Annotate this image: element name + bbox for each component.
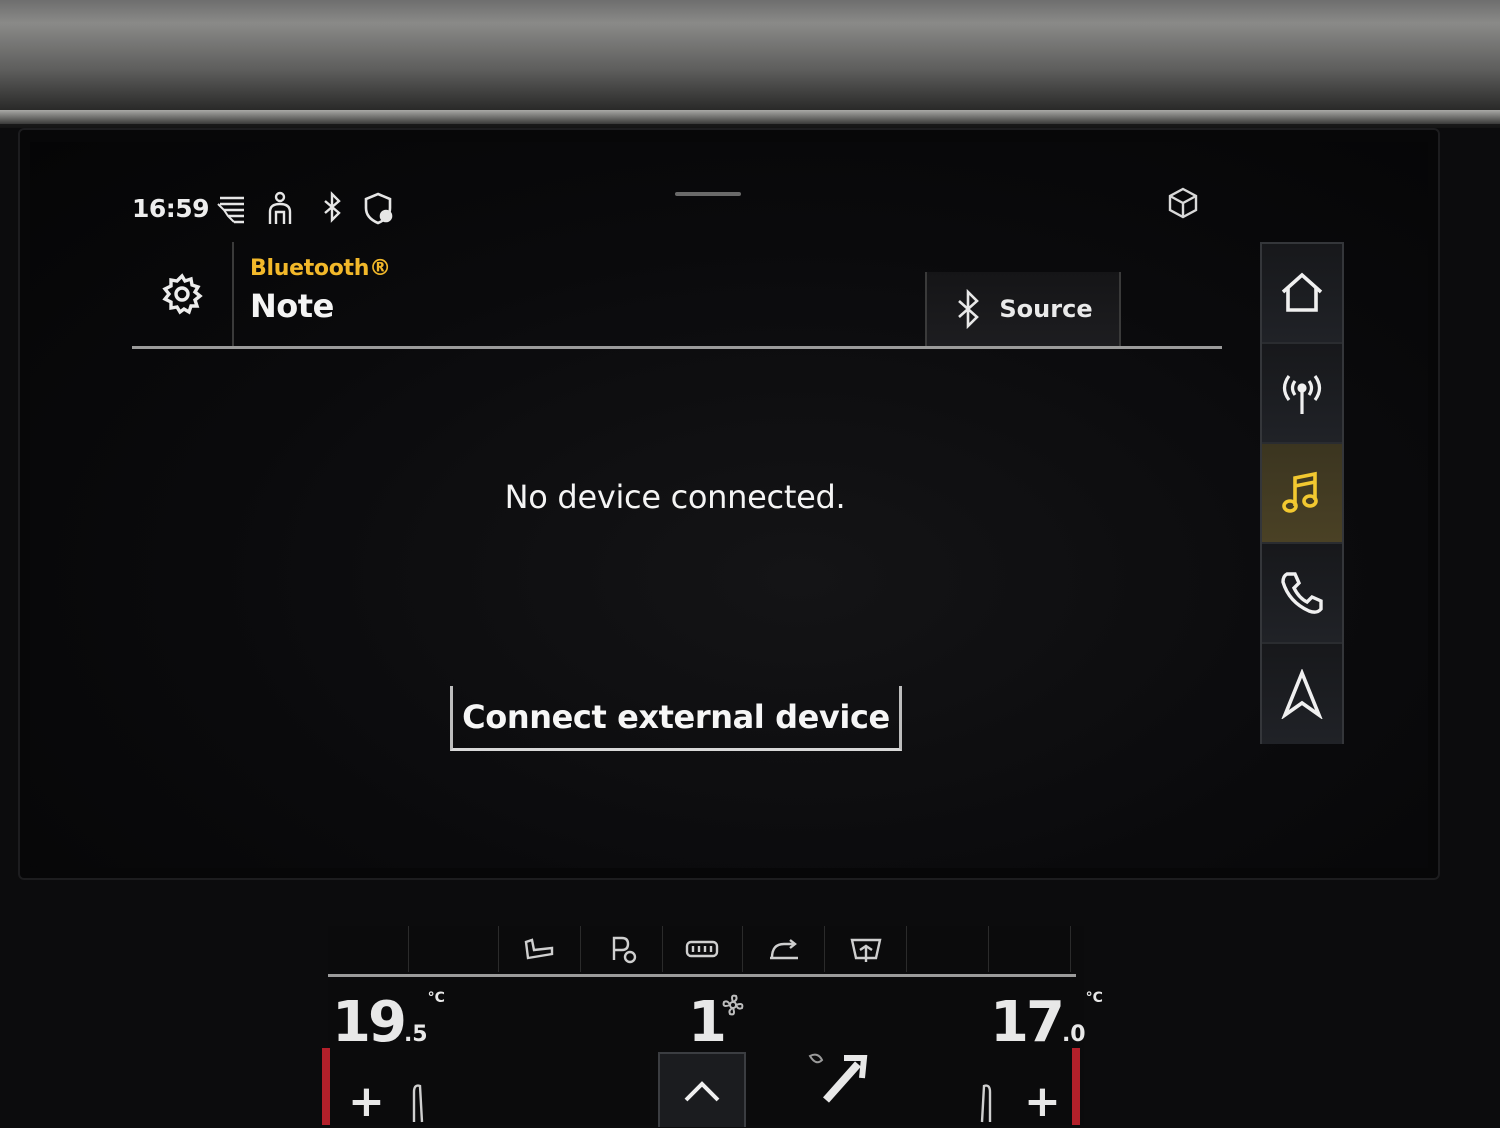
radio-antenna-icon [1282,375,1322,414]
left-temp-main: 19 [332,990,407,1055]
source-button[interactable]: Source [925,272,1121,346]
climate-shortcut-defrost[interactable] [826,926,907,972]
connect-external-device-button[interactable]: Connect external device [450,686,902,751]
nav-item-phone[interactable] [1262,544,1342,644]
climate-shortcut-parking[interactable] [582,926,663,972]
nav-item-home[interactable] [1262,244,1342,344]
page-title: Note [250,287,334,325]
right-temperature[interactable]: 17.0 °C [990,990,1103,1055]
left-seat-icon [408,1082,430,1124]
source-name: Bluetooth® [250,256,391,281]
dashboard-trim-top [0,0,1500,128]
connect-cube-icon [1166,186,1200,220]
media-header: Bluetooth® Note Source [132,242,1222,349]
climate-shortcut-empty-4[interactable] [990,926,1071,972]
pull-down-handle[interactable] [675,192,741,196]
gear-icon [162,273,203,315]
right-temp-unit: °C [1085,990,1103,1006]
bluetooth-icon [958,289,980,329]
dashboard-chrome-strip [0,110,1500,124]
music-note-icon [1282,471,1318,513]
nav-item-radio[interactable] [1262,344,1342,444]
nav-item-navigation[interactable] [1262,644,1342,744]
left-temp-plus-button[interactable]: + [348,1076,385,1127]
right-temp-indicator [1072,1048,1080,1125]
airflow-direction-icon[interactable] [804,1050,870,1106]
parking-heater-icon [612,936,637,964]
climate-shortcut-bar [328,926,1076,977]
seat-heating-icon [524,938,554,960]
source-button-label: Source [999,295,1093,323]
nav-item-media[interactable] [1262,444,1342,544]
clock: 16:59 [132,194,210,223]
chevron-up-icon [684,1080,720,1101]
side-nav [1260,242,1344,744]
right-temp-main: 17 [990,990,1065,1055]
navigation-arrow-icon [1281,669,1323,719]
no-device-message: No device connected. [504,478,846,516]
left-temperature[interactable]: 19.5 °C [332,990,445,1055]
climate-shortcut-seat-heating[interactable] [500,926,581,972]
climate-shortcut-rear-defrost[interactable] [662,926,743,972]
climate-shortcut-empty-1[interactable] [328,926,409,972]
rear-defrost-icon [685,940,719,958]
right-seat-icon [974,1082,996,1124]
status-bar: 16:59 [30,142,1428,237]
phone-icon [1281,572,1323,614]
home-icon [1281,272,1323,312]
left-temp-unit: °C [427,990,445,1006]
bluetooth-icon [314,190,350,226]
right-temp-decimal: .0 [1061,1022,1086,1047]
infotainment-screen: 16:59 Bluetooth® Note Source No device c… [30,142,1428,868]
climate-shortcut-empty-2[interactable] [418,926,499,972]
right-temp-plus-button[interactable]: + [1024,1076,1061,1127]
left-temp-decimal: .5 [403,1022,428,1047]
climate-shortcut-empty-3[interactable] [908,926,989,972]
climate-panel: 19.5°C 1 17.0°C + + [322,926,1103,1127]
driver-profile-icon [262,190,298,226]
security-shield-icon [360,190,396,226]
front-defrost-icon [850,938,882,962]
ambient-lighting-icon [214,190,250,226]
settings-button[interactable] [132,242,234,346]
climate-shortcut-recirculation[interactable] [744,926,825,972]
recirculation-icon [770,939,798,960]
left-temp-indicator [322,1048,330,1125]
fan-icon [720,992,746,1018]
title-block: Bluetooth® Note [250,256,391,325]
climate-up-button[interactable] [658,1052,746,1127]
